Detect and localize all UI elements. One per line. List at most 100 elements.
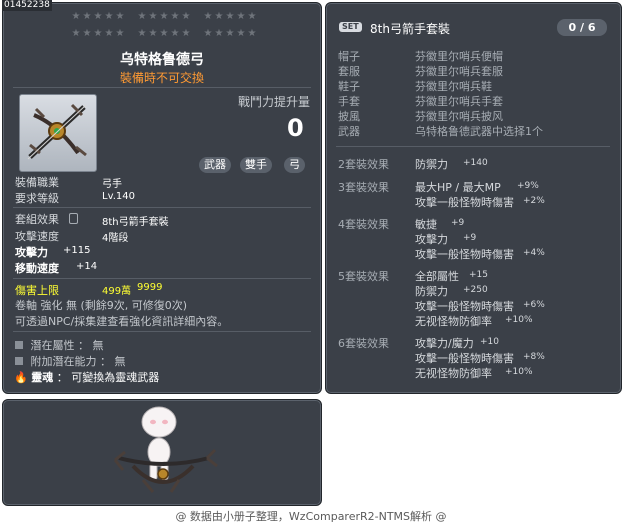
set-effect-value: +15 (469, 270, 488, 280)
set-effect-value: +9 (451, 218, 465, 228)
set-piece-slot: 帽子 (338, 50, 360, 63)
set-effect-stat: 全部屬性 (415, 270, 459, 283)
star-icon: ★ (203, 28, 213, 39)
set-effect-tier-label: 4套裝效果 (338, 218, 389, 231)
star-row-2-group-2: ★ ★ ★ ★ ★ (137, 29, 191, 39)
star-icon: ★ (82, 11, 92, 22)
set-effect-value: +9 (463, 233, 477, 243)
additional-potential-label: 附加潛在能力 ： 無 (30, 355, 126, 368)
bow-icon (27, 103, 87, 160)
set-effect-panel: SET 8th弓箭手套裝 0 / 6 帽子 芬徽里尔哨兵便帽 套服 芬徽里尔哨兵… (325, 2, 622, 394)
attack-value: +115 (63, 245, 91, 256)
set-count-badge: 0 / 6 (557, 19, 607, 36)
attack-speed-label: 攻擊速度 (15, 230, 59, 243)
set-effect-stat: 敏捷 (415, 218, 437, 231)
set-effect-tier-label: 5套裝效果 (338, 270, 389, 283)
item-id: 01452238 (2, 0, 52, 11)
set-piece-slot: 披風 (338, 110, 360, 123)
tag-bow: 弓 (284, 157, 305, 173)
star-icon: ★ (137, 28, 147, 39)
star-row-1-group-1: ★ ★ ★ ★ ★ (71, 12, 125, 22)
star-icon: ★ (82, 28, 92, 39)
set-effect-stat: 攻擊力 (415, 233, 448, 246)
divider (13, 207, 311, 208)
set-effect-stat: 最大HP / 最大MP (415, 181, 501, 194)
set-effect-tier-label: 2套裝效果 (338, 158, 389, 171)
potential-label: 潛在屬性 ： 無 (30, 339, 104, 352)
set-effect-stat: 无视怪物防御率 (415, 315, 492, 328)
star-icon: ★ (115, 28, 125, 39)
set-effect-value: +2% (523, 196, 545, 206)
set-piece-name: 芬徽里尔哨兵套服 (415, 65, 503, 78)
damage-cap-label: 傷害上限 (15, 284, 59, 297)
set-effect-stat: 攻擊一般怪物時傷害 (415, 300, 514, 313)
job-value: 弓手 (102, 179, 122, 190)
set-piece-name: 芬徽里尔哨兵手套 (415, 95, 503, 108)
set-effect-stat: 攻擊一般怪物時傷害 (415, 248, 514, 261)
soul-label: 靈魂 (31, 371, 54, 384)
star-icon: ★ (225, 11, 235, 22)
set-effect-stat: 防禦力 (415, 158, 448, 171)
star-icon: ★ (214, 28, 224, 39)
trade-restriction-note: 裝備時不可交換 (119, 71, 204, 85)
level-value: Lv.140 (102, 191, 135, 202)
star-icon: ★ (203, 11, 213, 22)
avatar-preview (113, 406, 218, 493)
star-icon: ★ (104, 28, 114, 39)
scroll-upgrade-note: 卷軸 強化 無 (剩餘9次, 可修復0次) (15, 299, 188, 312)
star-icon: ★ (170, 11, 180, 22)
star-icon: ★ (148, 11, 158, 22)
job-label: 裝備職業 (15, 176, 59, 189)
star-icon: ★ (225, 28, 235, 39)
set-piece-slot: 武器 (338, 125, 360, 138)
set-effect-value: +4% (523, 248, 545, 258)
star-icon: ★ (181, 11, 191, 22)
attack-speed-value: 4階段 (102, 233, 129, 244)
star-row-1-group-2: ★ ★ ★ ★ ★ (137, 12, 191, 22)
set-piece-name: 芬徽里尔哨兵便帽 (415, 50, 503, 63)
star-icon: ★ (137, 11, 147, 22)
move-speed-label: 移動速度 (15, 262, 59, 275)
soul-row: 🔥 靈魂 ： 可變換為靈魂武器 (14, 369, 159, 385)
set-piece-slot: 手套 (338, 95, 360, 108)
set-effect-tier-label: 3套裝效果 (338, 181, 389, 194)
star-row-2-group-3: ★ ★ ★ ★ ★ (203, 29, 257, 39)
lock-icon (69, 213, 78, 224)
set-effect-label: 套組效果 (15, 213, 59, 226)
set-effect-value: +8% (523, 352, 545, 362)
star-icon: ★ (104, 11, 114, 22)
set-effect-stat: 攻擊力/魔力 (415, 337, 474, 350)
star-icon: ★ (93, 11, 103, 22)
star-icon: ★ (247, 28, 257, 39)
star-icon: ★ (71, 11, 81, 22)
divider (13, 331, 311, 332)
set-piece-slot: 鞋子 (338, 80, 360, 93)
star-row-1-group-3: ★ ★ ★ ★ ★ (203, 12, 257, 22)
additional-potential-row: 附加潛在能力 ： 無 (15, 353, 126, 369)
level-label: 要求等級 (15, 192, 59, 205)
damage-cap-value-extra: 9999 (137, 282, 163, 293)
set-piece-name: 芬徽里尔哨兵鞋 (415, 80, 492, 93)
item-name: 乌特格鲁德弓 (120, 52, 204, 68)
potential-icon (15, 341, 23, 349)
set-effect-value: +10% (505, 315, 533, 325)
divider (336, 146, 610, 147)
set-effect-stat: 攻擊一般怪物時傷害 (415, 196, 514, 209)
item-icon-frame (19, 94, 97, 172)
star-row-2-group-1: ★ ★ ★ ★ ★ (71, 29, 125, 39)
set-title: 8th弓箭手套裝 (370, 22, 450, 36)
soul-value: ： 可變換為靈魂武器 (56, 371, 160, 384)
set-effect-value: +9% (517, 181, 539, 191)
character-avatar (141, 406, 177, 481)
set-effect-value: 8th弓箭手套裝 (102, 217, 169, 228)
additional-potential-icon (15, 357, 23, 365)
avatar-preview-panel (2, 399, 322, 506)
potential-row: 潛在屬性 ： 無 (15, 337, 104, 353)
star-icon: ★ (159, 28, 169, 39)
damage-cap-value: 499萬 (102, 286, 132, 297)
star-icon: ★ (214, 11, 224, 22)
set-effect-value: +6% (523, 300, 545, 310)
star-icon: ★ (71, 28, 81, 39)
set-effect-tier-label: 6套裝效果 (338, 337, 389, 350)
set-effect-value: +10% (505, 367, 533, 377)
